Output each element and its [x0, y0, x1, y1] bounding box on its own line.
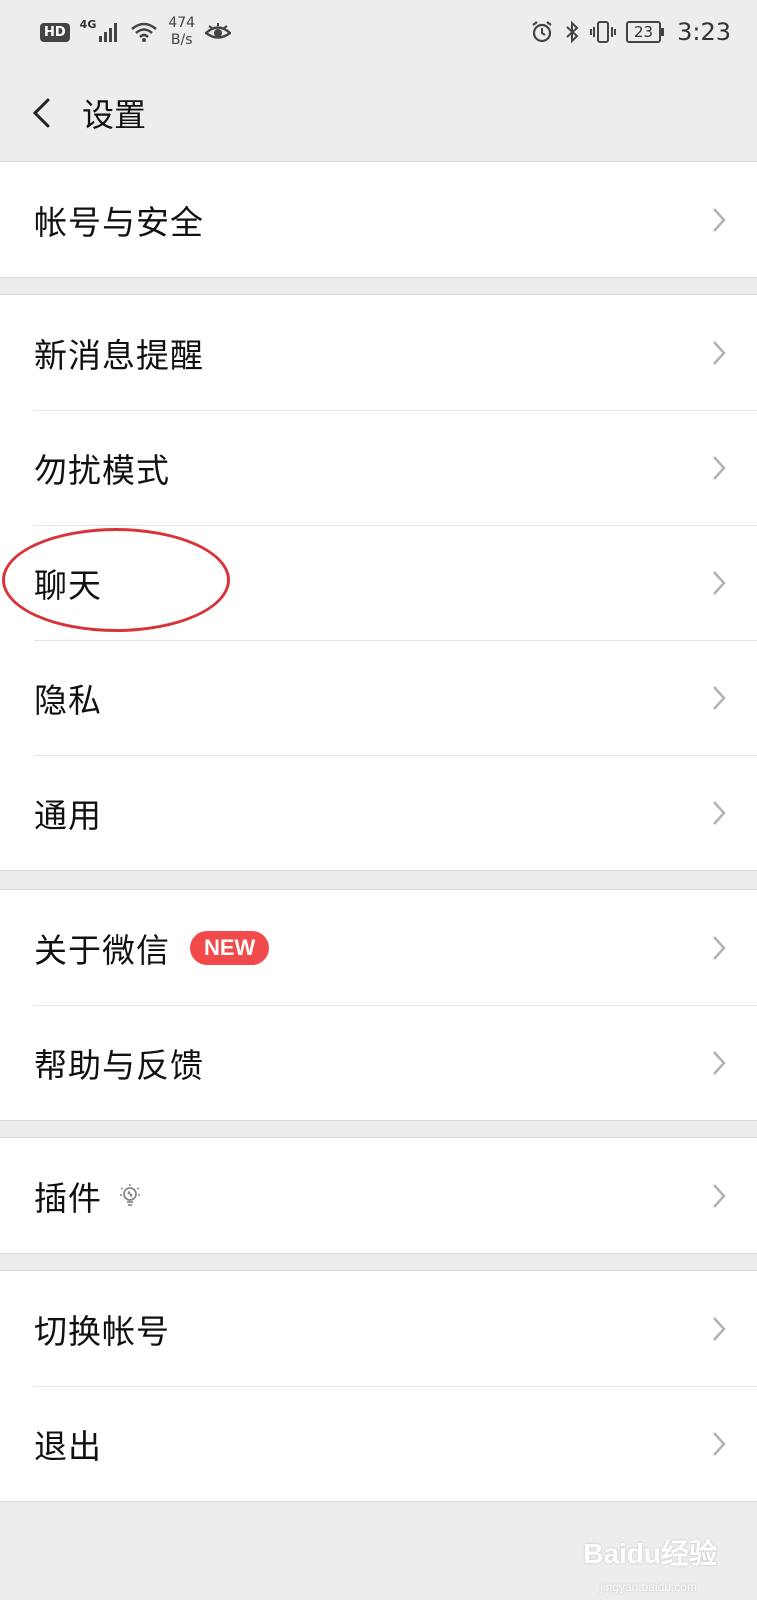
chevron-right-icon — [713, 1050, 726, 1075]
net-speed-unit: B/s — [170, 32, 193, 48]
battery-indicator: 23 — [626, 21, 665, 43]
settings-group-plugins: 插件 — [0, 1137, 757, 1254]
settings-item-privacy[interactable]: 隐私 — [0, 640, 757, 755]
settings-item-label: 帮助与反馈 — [34, 1045, 204, 1085]
settings-item-label: 隐私 — [34, 680, 102, 720]
settings-item-label: 退出 — [34, 1426, 102, 1466]
chevron-right-icon — [713, 1431, 726, 1456]
new-badge: NEW — [190, 930, 270, 965]
clock: 3:23 — [677, 18, 731, 46]
settings-item-label: 切换帐号 — [34, 1311, 170, 1351]
settings-item-account-security[interactable]: 帐号与安全 — [0, 162, 757, 277]
settings-item-about-wechat[interactable]: 关于微信 NEW — [0, 890, 757, 1005]
back-arrow-icon[interactable] — [28, 98, 58, 128]
chevron-right-icon — [713, 455, 726, 480]
chevron-right-icon — [713, 685, 726, 710]
highlight-circle — [2, 528, 230, 632]
settings-item-switch-account[interactable]: 切换帐号 — [0, 1271, 757, 1386]
network-type: 4G — [79, 17, 97, 31]
settings-group-about: 关于微信 NEW 帮助与反馈 — [0, 889, 757, 1121]
net-speed-value: 474 — [168, 15, 196, 31]
title-bar: 设置 — [0, 64, 757, 162]
wifi-icon — [131, 22, 158, 42]
settings-item-plugins[interactable]: 插件 — [0, 1138, 757, 1253]
settings-item-label: 帐号与安全 — [34, 202, 204, 242]
signal-icon — [99, 23, 118, 42]
hd-indicator: HD — [40, 22, 70, 42]
watermark-url: jingyan.baidu.com — [600, 1580, 697, 1594]
chevron-right-icon — [713, 800, 726, 825]
watermark: Baidu经验 — [583, 1538, 717, 1569]
chevron-right-icon — [713, 570, 726, 595]
settings-item-label: 插件 — [34, 1178, 102, 1218]
bluetooth-icon — [566, 20, 579, 44]
chevron-right-icon — [713, 935, 726, 960]
alarm-icon — [532, 21, 552, 43]
chevron-right-icon — [713, 1316, 726, 1341]
eye-icon — [205, 23, 232, 39]
lightbulb-icon — [120, 1183, 140, 1206]
net-speed: 474 B/s — [168, 15, 195, 49]
chevron-right-icon — [713, 1183, 726, 1208]
settings-item-help-feedback[interactable]: 帮助与反馈 — [0, 1005, 757, 1120]
vibrate-icon — [590, 21, 616, 43]
settings-group-account: 帐号与安全 — [0, 161, 757, 278]
chevron-right-icon — [713, 340, 726, 365]
page-title: 设置 — [82, 95, 147, 134]
settings-item-label: 关于微信 — [34, 930, 170, 970]
settings-item-new-message-alerts[interactable]: 新消息提醒 — [0, 295, 757, 410]
settings-item-log-out[interactable]: 退出 — [0, 1386, 757, 1501]
status-bar: HD 4G 474 B/s 23 3:23 — [0, 0, 757, 64]
settings-item-general[interactable]: 通用 — [0, 755, 757, 870]
chevron-right-icon — [713, 207, 726, 232]
settings-item-label: 新消息提醒 — [34, 335, 204, 375]
settings-item-label: 通用 — [34, 795, 102, 835]
settings-group-account-switch: 切换帐号 退出 — [0, 1270, 757, 1502]
settings-item-do-not-disturb[interactable]: 勿扰模式 — [0, 410, 757, 525]
settings-item-label: 勿扰模式 — [34, 450, 170, 490]
